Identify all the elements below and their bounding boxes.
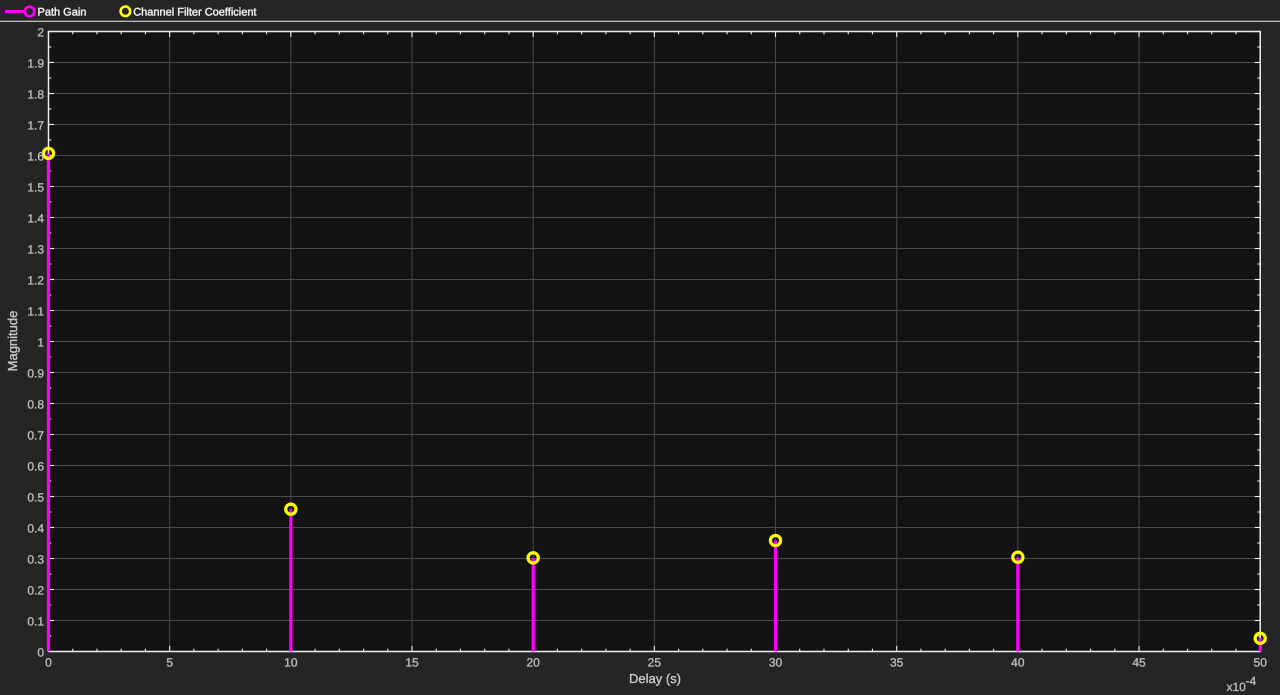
svg-text:1.3: 1.3 xyxy=(27,243,44,257)
svg-text:1.7: 1.7 xyxy=(27,119,44,133)
svg-text:5: 5 xyxy=(166,655,173,669)
svg-text:0.3: 0.3 xyxy=(27,553,44,567)
svg-text:1.5: 1.5 xyxy=(27,181,44,195)
svg-text:0.7: 0.7 xyxy=(27,429,44,443)
svg-text:30: 30 xyxy=(769,655,783,669)
svg-text:25: 25 xyxy=(648,655,662,669)
svg-text:0.2: 0.2 xyxy=(27,584,44,598)
svg-text:Path Gain: Path Gain xyxy=(38,6,87,18)
svg-text:1.4: 1.4 xyxy=(27,212,44,226)
svg-text:0.5: 0.5 xyxy=(27,491,44,505)
svg-text:Channel Filter Coefficient: Channel Filter Coefficient xyxy=(133,6,256,18)
svg-text:20: 20 xyxy=(527,655,541,669)
svg-text:35: 35 xyxy=(890,655,904,669)
svg-text:0: 0 xyxy=(37,646,44,660)
svg-text:1.9: 1.9 xyxy=(27,57,44,71)
svg-text:2: 2 xyxy=(37,26,44,40)
svg-text:15: 15 xyxy=(405,655,419,669)
svg-text:-4: -4 xyxy=(1246,674,1257,688)
svg-text:40: 40 xyxy=(1011,655,1025,669)
svg-text:10: 10 xyxy=(284,655,298,669)
svg-text:1: 1 xyxy=(37,336,44,350)
svg-text:0.8: 0.8 xyxy=(27,398,44,412)
svg-text:1.8: 1.8 xyxy=(27,88,44,102)
svg-text:0.9: 0.9 xyxy=(27,367,44,381)
svg-text:1.2: 1.2 xyxy=(27,274,44,288)
svg-text:1.1: 1.1 xyxy=(27,305,44,319)
svg-text:45: 45 xyxy=(1132,655,1146,669)
svg-text:0.6: 0.6 xyxy=(27,460,44,474)
svg-text:50: 50 xyxy=(1254,655,1268,669)
svg-text:Delay (s): Delay (s) xyxy=(629,671,681,686)
svg-text:Magnitude: Magnitude xyxy=(5,311,20,372)
svg-text:0.1: 0.1 xyxy=(27,615,44,629)
svg-text:1.6: 1.6 xyxy=(27,150,44,164)
svg-text:0: 0 xyxy=(45,655,52,669)
svg-text:x10: x10 xyxy=(1227,680,1247,694)
svg-text:0.4: 0.4 xyxy=(27,522,44,536)
